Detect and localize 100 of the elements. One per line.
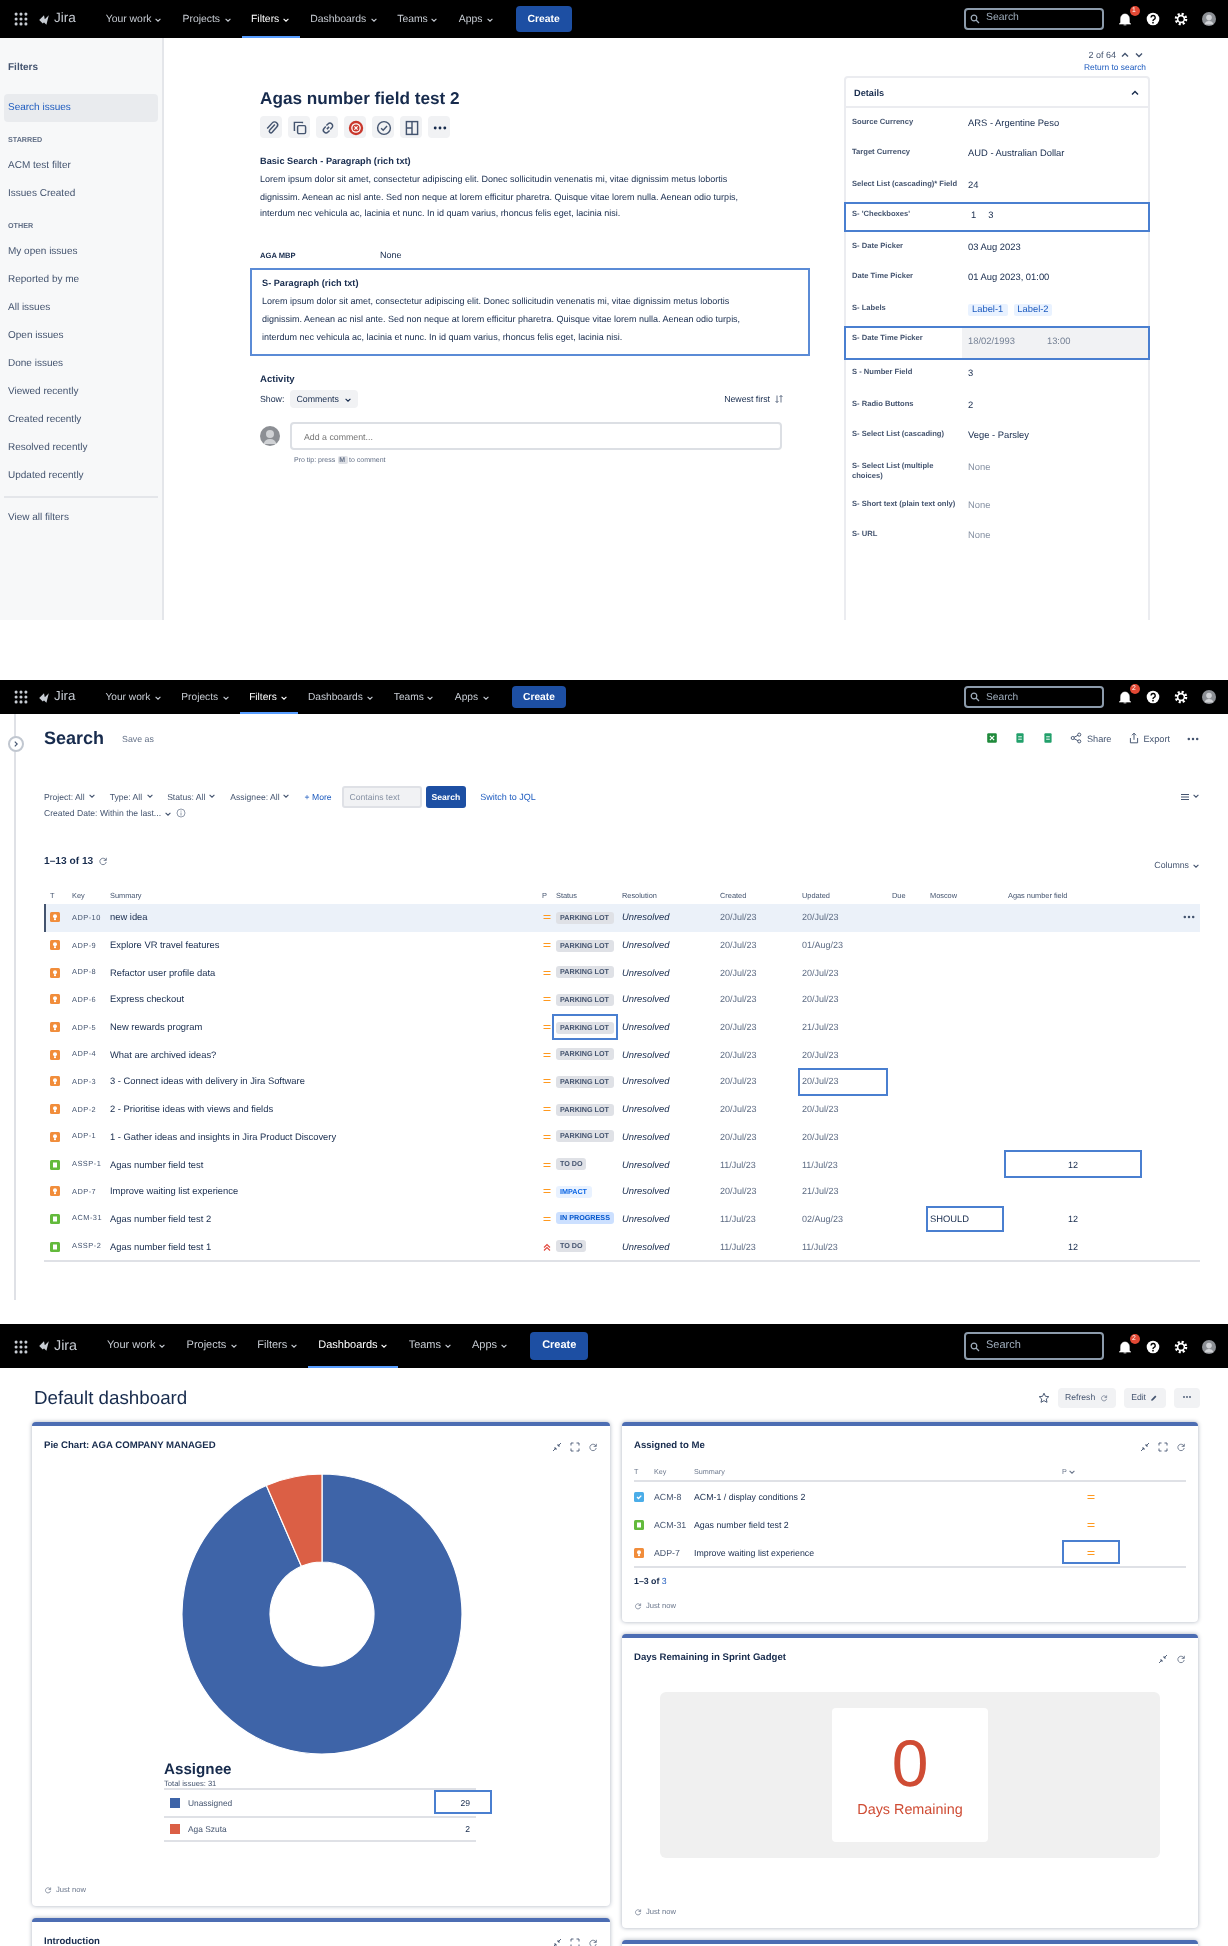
avatar-icon[interactable] [1202,12,1216,26]
sheet-icon[interactable] [1014,732,1027,744]
refresh-icon[interactable] [44,1886,52,1894]
priority-medium-icon [542,912,552,923]
expand-icon[interactable] [1158,1442,1168,1452]
idea-icon [50,1186,60,1197]
settings-icon[interactable] [1174,690,1188,704]
sort-icon [774,394,784,405]
days-count: 0 [891,1733,929,1793]
search-icon [970,1341,980,1351]
layout-button[interactable] [400,116,422,138]
caret-icon [290,1342,299,1350]
caret-icon [154,15,163,23]
app-grid-icon[interactable] [14,1339,28,1353]
priority-medium-icon [542,1186,552,1197]
idea-icon [634,1547,644,1557]
issue-title: Agas number field test 2 [260,86,462,110]
caret-icon [485,15,494,23]
idea-icon [50,940,60,951]
caret-icon [500,1342,509,1350]
notification-icon[interactable] [1118,1339,1132,1353]
avatar-icon[interactable] [1202,1339,1216,1353]
layout-menu-button[interactable] [1180,791,1200,801]
link-button[interactable] [316,116,338,138]
check-circle-icon [375,119,391,135]
caret-icon [145,792,154,800]
caret-icon [282,792,291,800]
priority-medium-icon [542,1076,552,1087]
copy-icon [291,119,307,135]
caret-icon [344,395,353,404]
status-button[interactable] [344,116,366,138]
caret-icon [87,792,96,800]
task-icon [634,1491,644,1501]
caret-icon [221,693,230,701]
caret-icon [426,693,435,701]
next-icon[interactable] [1134,50,1144,60]
approve-button[interactable] [372,116,394,138]
settings-icon[interactable] [1174,12,1188,26]
sidebar-toggle[interactable] [8,736,24,752]
help-icon[interactable] [1146,12,1160,26]
app-grid-icon[interactable] [14,690,28,704]
caret-icon [229,1342,238,1350]
logo-icon[interactable] [38,691,50,703]
priority-medium-icon [542,1213,552,1224]
refresh-icon[interactable] [97,856,108,866]
star-icon[interactable] [1037,1391,1050,1403]
avatar-icon[interactable] [1202,690,1216,704]
caret-icon [481,693,490,701]
story-icon [634,1519,644,1529]
caret-icon [380,1342,389,1350]
collapse-icon[interactable] [1130,87,1140,97]
sheet-icon[interactable] [1042,732,1055,744]
story-icon [50,1159,60,1170]
caret-icon [164,809,173,817]
minimize-icon[interactable] [1140,1442,1150,1452]
idea-icon [50,1022,60,1033]
expand-icon[interactable] [570,1442,580,1452]
previous-icon[interactable] [1120,50,1130,60]
minimize-icon[interactable] [552,1938,562,1946]
info-icon [176,808,187,818]
notification-icon[interactable] [1118,12,1132,26]
clone-button[interactable] [288,116,310,138]
story-icon [50,1213,60,1224]
caret-icon [282,15,291,23]
close-circle-icon [347,119,363,135]
priority-medium-icon [542,1049,552,1060]
caret-icon [153,693,162,701]
notification-icon[interactable] [1118,690,1132,704]
app-grid-icon[interactable] [14,12,28,26]
attach-button[interactable] [260,116,282,138]
minimize-icon[interactable] [1158,1654,1168,1664]
refresh-icon[interactable] [588,1442,598,1452]
refresh-icon[interactable] [634,1908,642,1916]
settings-icon[interactable] [1174,1339,1188,1353]
idea-icon [50,1049,60,1060]
minimize-icon[interactable] [552,1442,562,1452]
caret-icon [223,15,232,23]
link-icon [319,119,335,135]
priority-medium-icon [542,1159,552,1170]
pencil-icon [1150,1393,1158,1401]
sort-icon[interactable] [1068,1468,1077,1476]
refresh-icon[interactable] [1176,1442,1186,1452]
more-button[interactable] [428,116,450,138]
help-icon[interactable] [1146,1339,1160,1353]
refresh-icon[interactable] [588,1938,598,1946]
priority-medium-icon [1086,1547,1096,1557]
logo-icon[interactable] [38,1340,50,1352]
caret-icon [430,15,439,23]
refresh-icon [1099,1393,1108,1401]
refresh-icon[interactable] [634,1602,642,1610]
logo-icon[interactable] [38,13,50,25]
refresh-icon[interactable] [1176,1654,1186,1664]
search-icon [970,13,980,24]
chevron-right-icon [12,740,20,748]
idea-icon [50,967,60,978]
spreadsheet-icon[interactable] [986,732,999,744]
help-icon[interactable] [1146,690,1160,704]
caret-icon [158,1342,167,1350]
priority-high-icon [542,1241,552,1252]
expand-icon[interactable] [570,1938,580,1946]
